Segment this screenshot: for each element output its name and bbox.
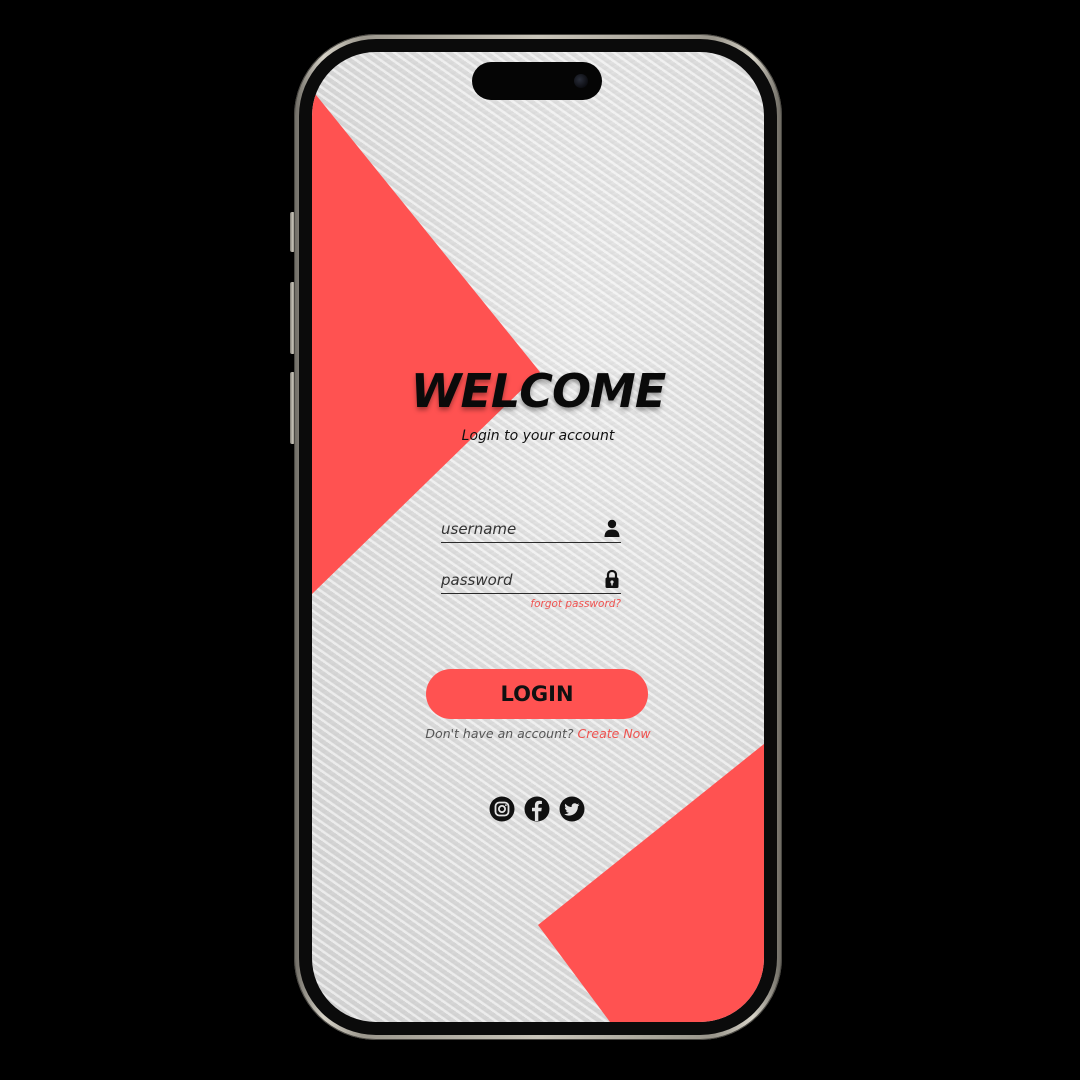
welcome-subtitle: Login to your account	[461, 428, 615, 444]
forgot-password-link[interactable]: forgot password?	[441, 598, 621, 610]
create-account-link[interactable]: Create Now	[578, 726, 651, 741]
twitter-icon[interactable]	[559, 796, 585, 822]
phone-screen: WELCOME Login to your account forgot pas…	[312, 52, 764, 1022]
social-links	[487, 796, 589, 822]
facebook-icon[interactable]	[524, 796, 550, 822]
instagram-icon[interactable]	[489, 796, 515, 822]
password-field	[441, 567, 621, 594]
user-icon	[604, 519, 620, 537]
front-camera-icon	[574, 74, 588, 88]
signup-row: Don't have an account? Create Now	[312, 726, 764, 741]
stage: WELCOME Login to your account forgot pas…	[0, 0, 1080, 1080]
welcome-title: WELCOME	[410, 364, 667, 418]
username-field	[441, 516, 621, 543]
bottom-right-triangle	[538, 744, 764, 1022]
username-input[interactable]	[441, 518, 591, 540]
login-button[interactable]: LOGIN	[426, 669, 648, 719]
password-input[interactable]	[441, 569, 591, 591]
lock-icon	[605, 569, 619, 588]
signup-prompt: Don't have an account?	[425, 726, 574, 741]
dynamic-island	[472, 62, 602, 100]
